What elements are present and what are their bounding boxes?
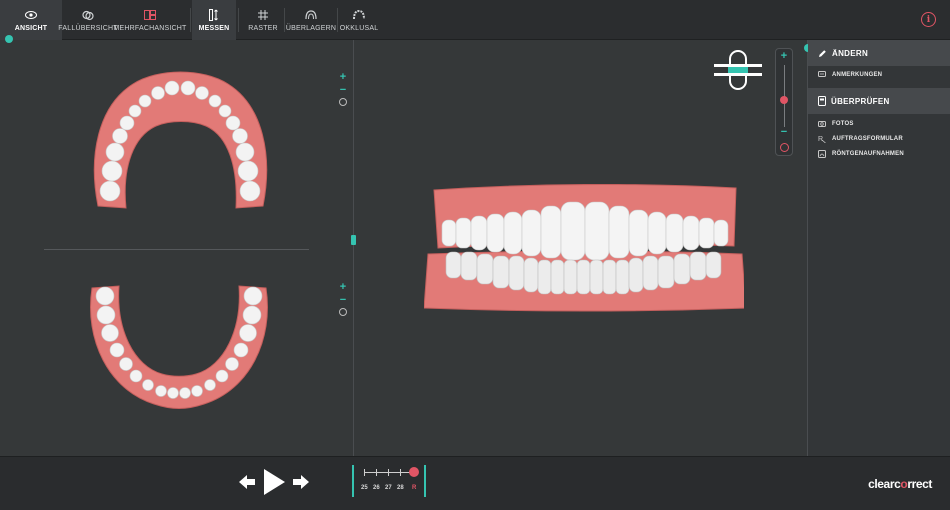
anmerkungen-label: ANMERKUNGEN [832, 71, 883, 78]
toolbar-label: RASTER [248, 25, 278, 32]
toolbar-label: ANSICHT [14, 25, 48, 32]
comment-icon [818, 71, 826, 77]
next-stage-button[interactable] [292, 473, 310, 491]
play-button[interactable] [262, 468, 286, 496]
toolbar-okklusal-button[interactable]: OKKLUSAL [339, 0, 379, 40]
zoom-slider[interactable]: + − [775, 48, 793, 156]
stage-label[interactable]: 26 [373, 485, 380, 491]
stage-label[interactable]: 25 [361, 485, 368, 491]
lower-arch-model[interactable] [84, 280, 274, 415]
slider-reset-icon[interactable] [780, 143, 789, 152]
zoom-out-button[interactable]: − [340, 85, 346, 96]
auftragsformular-label: AUFTRAGSFORMULAR [832, 136, 903, 142]
toolbar-label: MEHRFACHANSICHT [113, 25, 187, 32]
anmerkungen-item[interactable]: ANMERKUNGEN [818, 71, 882, 78]
toolbar-label: MESSEN [198, 25, 230, 32]
lower-zoom-control: + − [339, 282, 347, 316]
aendern-label: ÄNDERN [832, 48, 869, 58]
view-divider [44, 249, 309, 250]
toolbar-messen-button[interactable]: MESSEN [192, 0, 236, 40]
document-icon [818, 96, 826, 106]
toolbar-label: FALLÜBERSICHT [58, 25, 118, 32]
main-toolbar: ANSICHT FALLÜBERSICHT MEHRFACHANSICHT ME… [0, 0, 950, 40]
occlusal-view-panel[interactable]: + − + − [0, 35, 354, 456]
eye-icon [25, 8, 37, 22]
timeline-tick [388, 469, 389, 476]
view-orientation-icon[interactable] [712, 48, 764, 92]
playback-bar: 25 26 27 28 R clearcorrect [0, 456, 950, 510]
timeline-knob[interactable] [409, 467, 419, 477]
timeline-track[interactable] [364, 472, 414, 473]
toolbar-separator [284, 8, 285, 32]
case-overview-icon [82, 8, 94, 22]
clearcorrect-logo: clearcorrect [868, 477, 932, 491]
panel-resize-handle[interactable] [351, 235, 356, 245]
toolbar-ansicht-button[interactable]: ANSICHT [0, 0, 62, 40]
toolbar-label: OKKLUSAL [339, 25, 379, 32]
app-window: ANSICHT FALLÜBERSICHT MEHRFACHANSICHT ME… [0, 0, 950, 510]
slider-knob[interactable] [780, 96, 788, 104]
aendern-section-header[interactable]: ÄNDERN [808, 40, 950, 66]
reset-view-icon[interactable] [339, 98, 347, 106]
zoom-in-button[interactable]: + [340, 282, 346, 293]
stage-label-current[interactable]: R [412, 485, 416, 491]
multi-view-icon [144, 8, 156, 22]
overlay-icon [305, 8, 317, 22]
roentgenaufnahmen-label: RÖNTGENAUFNAHMEN [832, 151, 904, 157]
stage-label[interactable]: 28 [397, 485, 404, 491]
timeline-tick [400, 469, 401, 476]
toolbar-separator [190, 8, 191, 32]
toolbar-separator [238, 8, 239, 32]
toolbar-label: ÜBERLAGERN [285, 25, 337, 32]
prescription-icon: R [818, 136, 826, 143]
collapse-left-icon[interactable] [5, 35, 13, 43]
toolbar-raster-button[interactable]: RASTER [246, 0, 280, 40]
xray-icon [818, 150, 826, 158]
reset-view-icon[interactable] [339, 308, 347, 316]
occlusal-icon [353, 8, 365, 22]
toolbar-falluebersicht-button[interactable]: FALLÜBERSICHT [58, 0, 118, 40]
timeline-tick [364, 469, 365, 476]
fotos-label: FOTOS [832, 120, 854, 127]
stage-label[interactable]: 27 [385, 485, 392, 491]
zoom-out-button[interactable]: − [340, 295, 346, 306]
upper-arch-model[interactable] [88, 66, 273, 216]
ueberpruefen-section-header[interactable]: ÜBERPRÜFEN [808, 88, 950, 114]
timeline-tick [376, 469, 377, 476]
svg-text:R: R [818, 136, 823, 143]
stage-timeline[interactable]: 25 26 27 28 R [352, 465, 426, 497]
pencil-icon [819, 49, 826, 57]
camera-icon [818, 121, 826, 127]
toolbar-ueberlagern-button[interactable]: ÜBERLAGERN [286, 0, 336, 40]
right-side-panel: ÄNDERN ANMERKUNGEN ÜBERPRÜFEN FOTOS R AU… [804, 40, 950, 456]
previous-stage-button[interactable] [238, 473, 256, 491]
toolbar-separator [337, 8, 338, 32]
upper-zoom-control: + − [339, 72, 347, 106]
grid-icon [258, 8, 268, 22]
ueberpruefen-label: ÜBERPRÜFEN [831, 96, 890, 106]
fotos-item[interactable]: FOTOS [818, 120, 854, 127]
slider-zoom-in-button[interactable]: + [776, 51, 792, 62]
roentgenaufnahmen-item[interactable]: RÖNTGENAUFNAHMEN [818, 150, 904, 158]
slider-zoom-out-button[interactable]: − [776, 127, 792, 138]
zoom-in-button[interactable]: + [340, 72, 346, 83]
measure-icon [209, 8, 219, 22]
info-icon[interactable]: i [921, 12, 936, 27]
frontal-view-panel[interactable] [351, 40, 808, 456]
auftragsformular-item[interactable]: R AUFTRAGSFORMULAR [818, 135, 903, 143]
frontal-teeth-model[interactable] [424, 184, 744, 314]
toolbar-mehrfachansicht-button[interactable]: MEHRFACHANSICHT [114, 0, 186, 40]
